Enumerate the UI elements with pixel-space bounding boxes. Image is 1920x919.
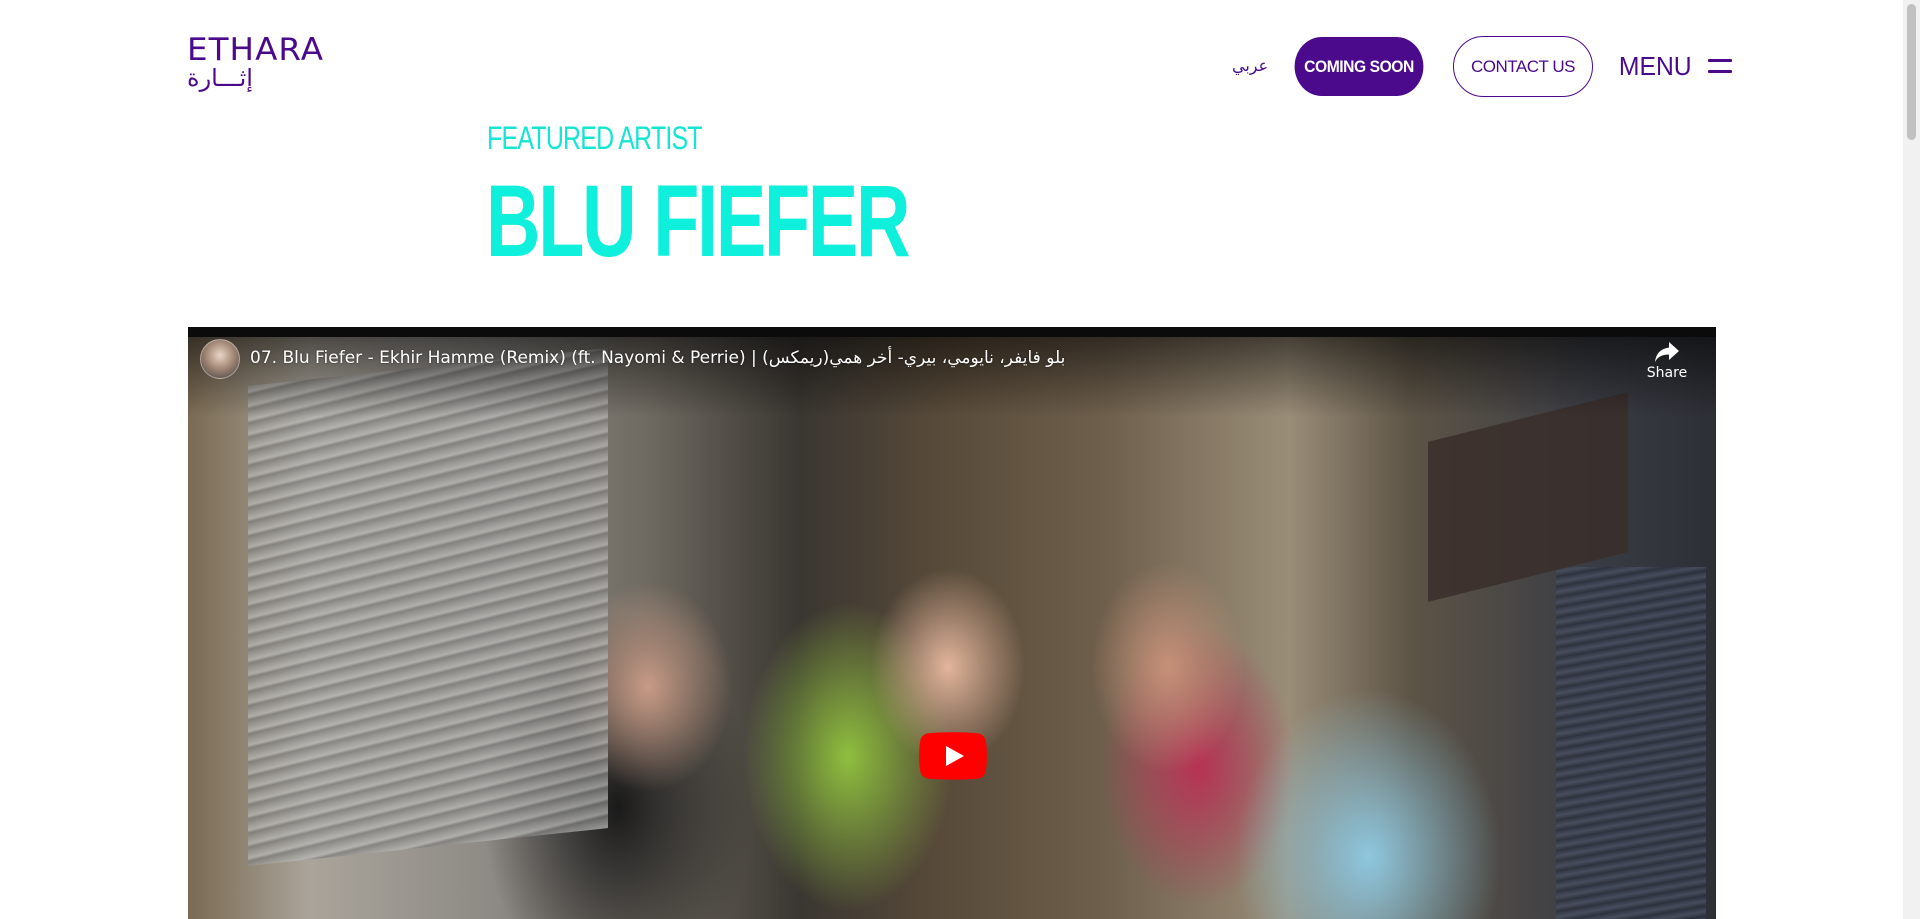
page: ETHARA إثـــارة عربي COMING SOON CONTACT… (0, 0, 1920, 919)
youtube-video-embed[interactable]: 07. Blu Fiefer - Ekhir Hamme (Remix) (ft… (188, 327, 1716, 919)
page-scrollbar[interactable] (1903, 0, 1920, 919)
channel-avatar[interactable] (200, 339, 240, 379)
coming-soon-button[interactable]: COMING SOON (1294, 37, 1424, 96)
ethara-logo[interactable]: ETHARA إثـــارة (187, 34, 325, 94)
scrollbar-thumb[interactable] (1907, 4, 1916, 140)
menu-button[interactable]: MENU (1617, 48, 1732, 84)
video-title-link[interactable]: 07. Blu Fiefer - Ekhir Hamme (Remix) (ft… (250, 348, 1065, 368)
artist-name-heading: BLU FIEFER (486, 164, 911, 278)
hamburger-icon (1707, 57, 1732, 75)
featured-artist-eyebrow: FEATURED ARTIST (487, 120, 703, 156)
language-switch-link[interactable]: عربي (1232, 56, 1268, 75)
logo-latin-text: ETHARA (187, 32, 325, 68)
menu-label: MENU (1618, 50, 1692, 81)
share-arrow-icon (1655, 342, 1679, 362)
logo-arabic-text: إثـــارة (187, 64, 253, 92)
youtube-play-icon[interactable] (919, 732, 987, 780)
contact-us-button[interactable]: CONTACT US (1453, 36, 1593, 97)
share-button[interactable]: Share (1645, 341, 1689, 381)
video-thumbnail (188, 337, 1716, 919)
share-label: Share (1646, 365, 1688, 381)
